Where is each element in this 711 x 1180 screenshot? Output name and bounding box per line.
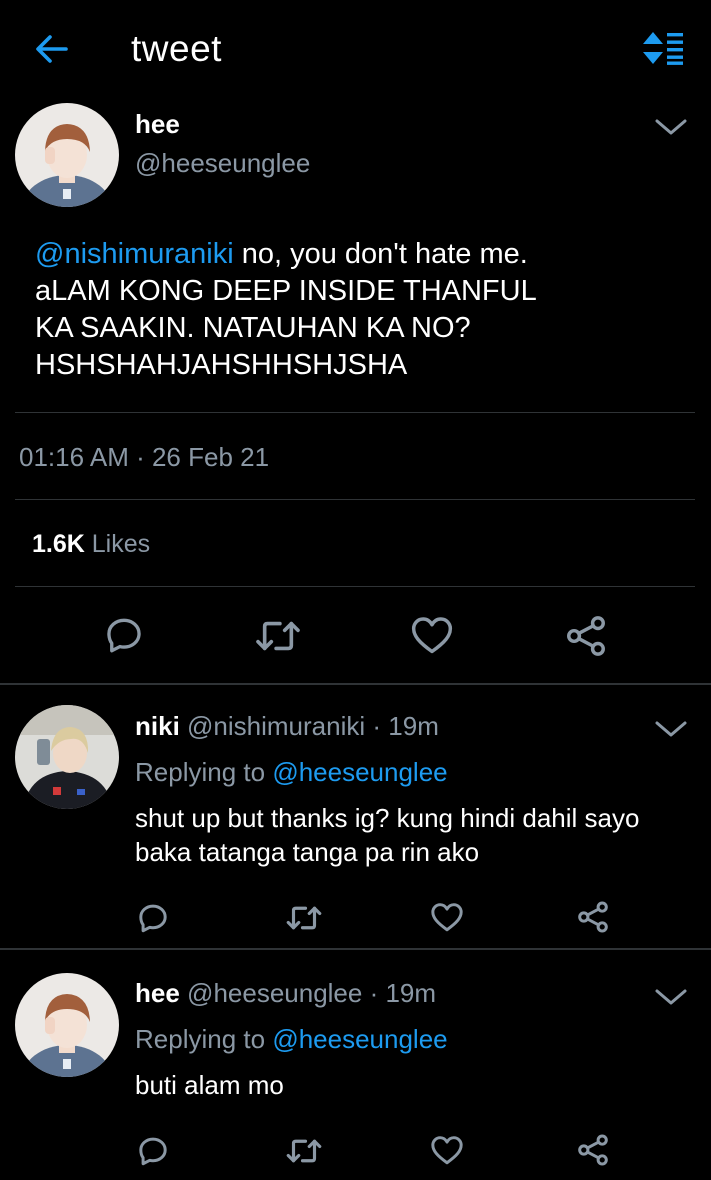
likes-number: 1.6K <box>32 530 85 558</box>
retweet-icon[interactable] <box>286 1135 322 1167</box>
divider <box>15 499 695 500</box>
heart-icon[interactable] <box>430 901 464 933</box>
display-name[interactable]: niki <box>135 711 180 741</box>
heart-icon[interactable] <box>430 1134 464 1166</box>
avatar[interactable] <box>15 103 119 207</box>
reply-time: · 19m <box>369 978 437 1008</box>
mention-link[interactable]: @heeseunglee <box>272 1024 447 1054</box>
display-name[interactable]: hee <box>135 109 180 140</box>
reply-text: shut up but thanks ig? kung hindi dahil … <box>135 801 695 869</box>
sort-icon[interactable] <box>640 30 686 66</box>
likes-label: Likes <box>91 530 151 558</box>
share-icon[interactable] <box>564 614 608 658</box>
chevron-down-icon[interactable] <box>654 986 688 1008</box>
avatar[interactable] <box>15 705 119 809</box>
comment-icon[interactable] <box>103 614 145 656</box>
tweet-text-line: aLAM KONG DEEP INSIDE THANFUL <box>35 275 537 307</box>
mention-link[interactable]: @nishimuraniki <box>35 238 234 270</box>
heart-icon[interactable] <box>410 614 454 656</box>
divider <box>15 586 695 587</box>
tweet-timestamp: 01:16 AM · 26 Feb 21 <box>19 442 270 472</box>
share-icon[interactable] <box>576 899 610 935</box>
username[interactable]: @nishimuraniki <box>187 711 365 741</box>
reply-header: niki @nishimuraniki · 19m <box>135 711 439 742</box>
share-icon[interactable] <box>576 1132 610 1168</box>
retweet-icon[interactable] <box>286 902 322 934</box>
top-bar: tweet <box>0 0 711 98</box>
replying-to: Replying to @heeseunglee <box>135 1024 448 1055</box>
reply-text: buti alam mo <box>135 1068 695 1102</box>
avatar[interactable] <box>15 973 119 1077</box>
page-title: tweet <box>131 28 222 69</box>
replying-label: Replying to <box>135 757 266 787</box>
tweet-text-line: HSHSHAHJAHSHHSHJSHA <box>35 349 408 381</box>
divider <box>0 948 711 950</box>
chevron-down-icon[interactable] <box>654 116 688 138</box>
arrow-left-icon[interactable] <box>30 28 74 72</box>
tweet-text: @nishimuraniki no, you don't hate me. aL… <box>35 236 685 384</box>
tweet-text-line: KA SAAKIN. NATAUHAN KA NO? <box>35 312 471 344</box>
divider <box>0 683 711 685</box>
retweet-icon[interactable] <box>255 616 301 656</box>
reply-header: hee @heeseunglee · 19m <box>135 978 436 1009</box>
username[interactable]: @heeseunglee <box>135 148 310 179</box>
reply-time: · 19m <box>372 711 439 741</box>
username[interactable]: @heeseunglee <box>187 978 362 1008</box>
replying-to: Replying to @heeseunglee <box>135 757 448 788</box>
comment-icon[interactable] <box>136 901 170 935</box>
divider <box>15 412 695 413</box>
reply-text-line: shut up but thanks ig? kung hindi dahil … <box>135 803 640 833</box>
reply-text-line: baka tatanga tanga pa rin ako <box>135 837 480 867</box>
mention-link[interactable]: @heeseunglee <box>272 757 447 787</box>
comment-icon[interactable] <box>136 1134 170 1168</box>
reply-text-line: buti alam mo <box>135 1070 284 1100</box>
replying-label: Replying to <box>135 1024 266 1054</box>
tweet-text-line: no, you don't hate me. <box>233 238 528 270</box>
likes-count[interactable]: 1.6K Likes <box>32 530 150 559</box>
chevron-down-icon[interactable] <box>654 718 688 740</box>
display-name[interactable]: hee <box>135 978 180 1008</box>
